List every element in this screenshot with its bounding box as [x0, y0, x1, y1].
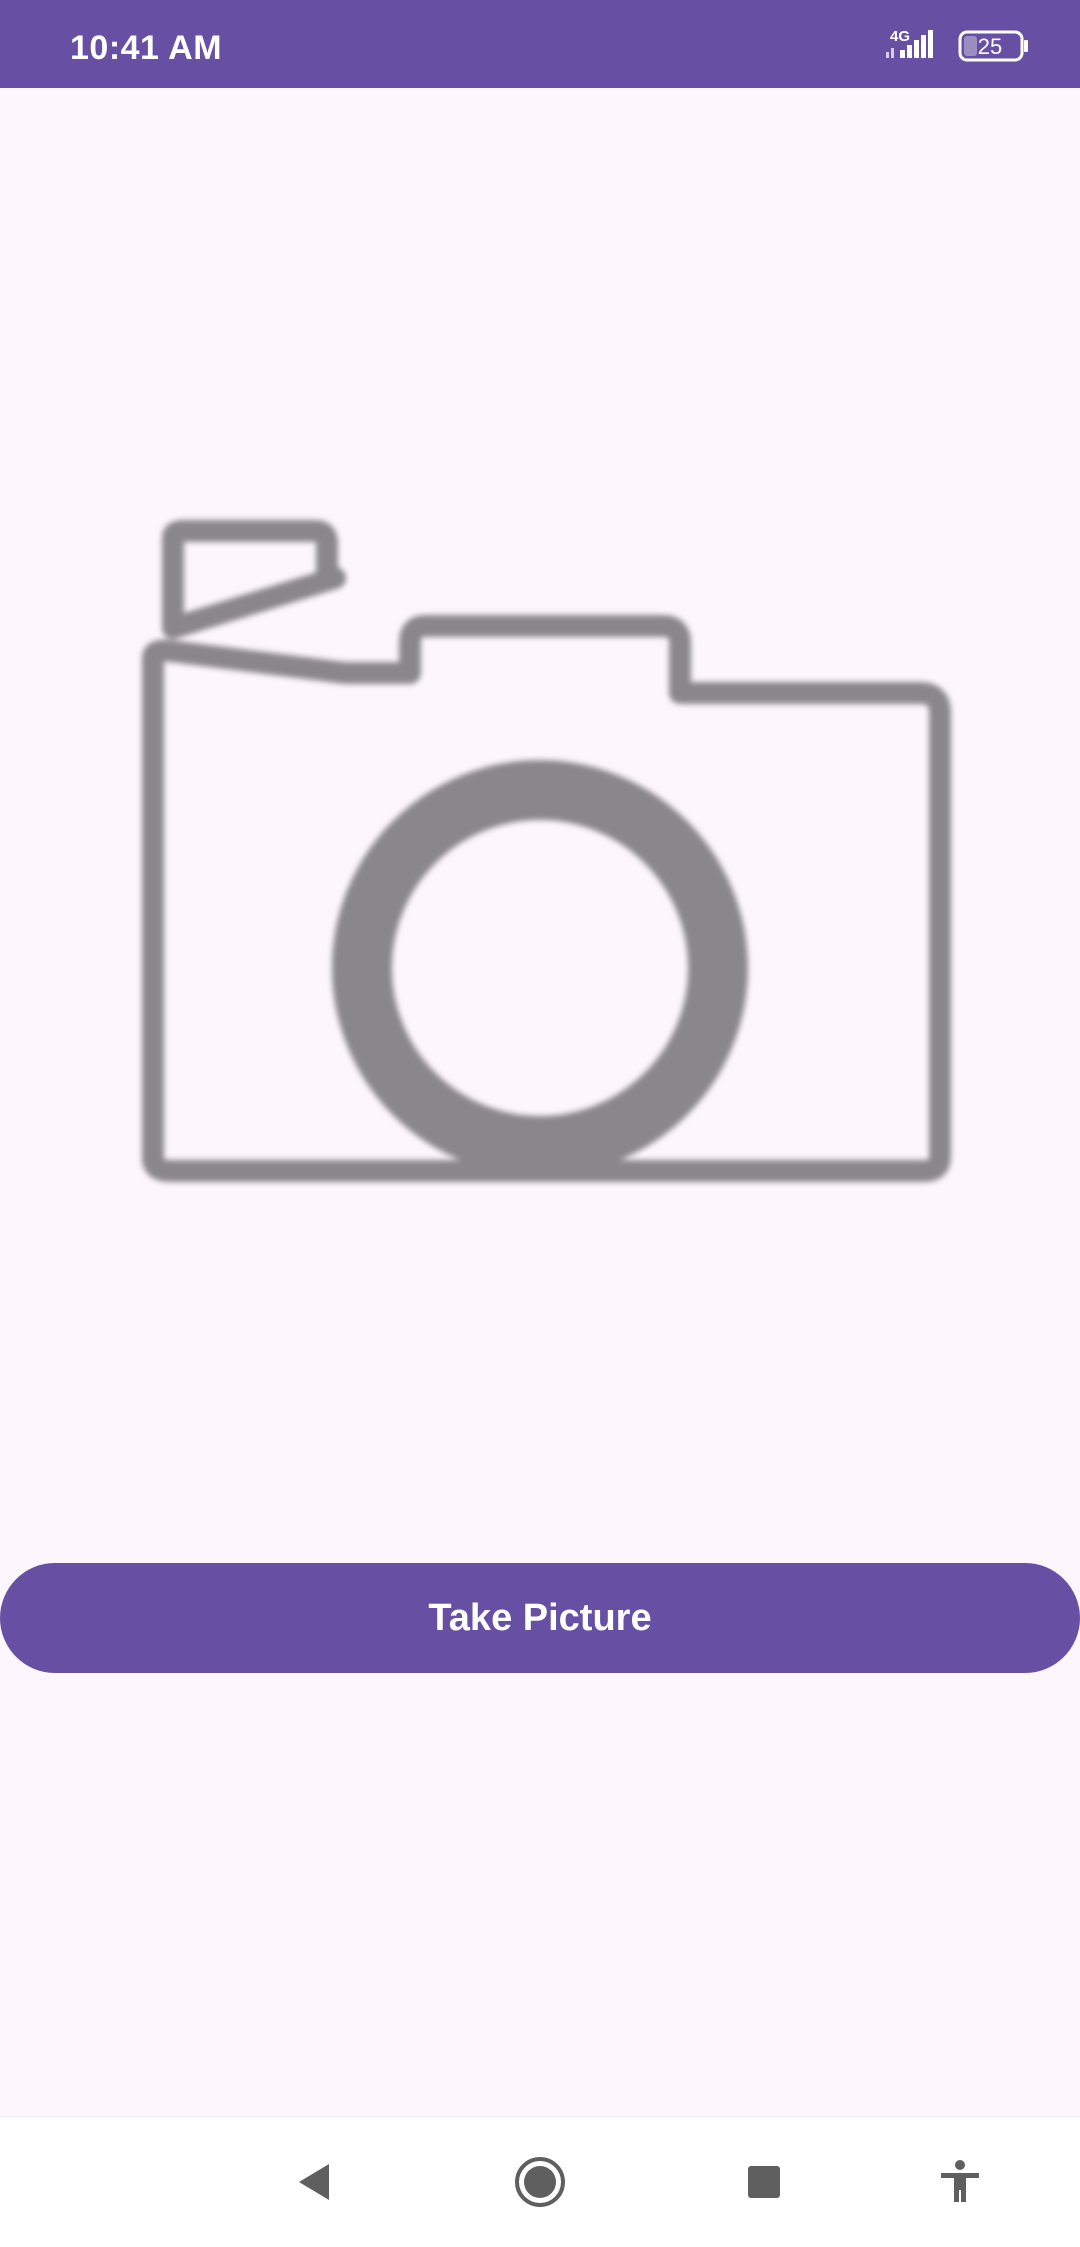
take-picture-button[interactable]: Take Picture [0, 1563, 1080, 1673]
main-content: Take Picture [0, 88, 1080, 2116]
battery-level-text: 25 [977, 34, 1003, 59]
navigation-bar [0, 2116, 1080, 2247]
back-triangle-icon [299, 2164, 329, 2200]
home-circle-icon [515, 2157, 565, 2207]
nav-home-button[interactable] [475, 2117, 605, 2247]
camera-placeholder-icon [142, 520, 951, 1182]
status-time: 10:41 AM [70, 29, 223, 67]
accessibility-icon [941, 2160, 979, 2202]
nav-accessibility-button[interactable] [895, 2117, 1025, 2247]
nav-back-button[interactable] [248, 2117, 378, 2247]
status-bar: 10:41 AM 4G 25 [0, 0, 1080, 88]
recents-square-icon [748, 2166, 780, 2198]
signal-strength-icon [886, 30, 933, 58]
nav-recents-button[interactable] [699, 2117, 829, 2247]
